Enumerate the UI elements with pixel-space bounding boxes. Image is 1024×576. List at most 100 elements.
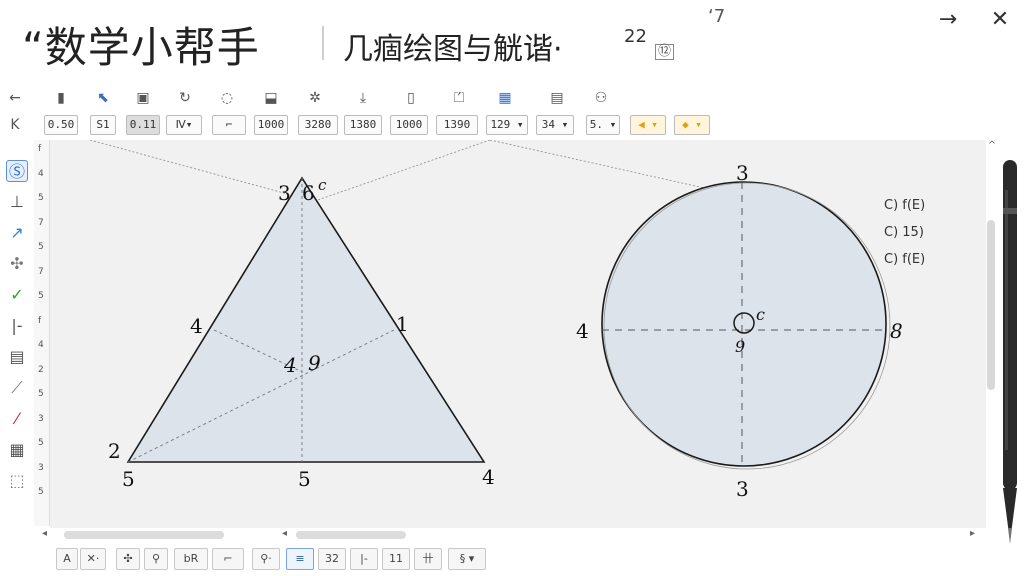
tool-palette: Ⓢ ⊥ ↗ ✣ ✓ |- ▤ ⟋ ⁄ ▦ ⬚ [2, 160, 32, 510]
ruler-tick-label: 5 [38, 242, 44, 252]
ruler-tick-label: 7 [38, 217, 44, 228]
region-tool[interactable]: ⬚ [6, 470, 28, 492]
grid-tool[interactable]: ▦ [6, 439, 28, 461]
cursor-icon[interactable]: K [6, 116, 24, 134]
vertical-ruler: f 4 5 7 5 7 5 f 4 2 5 3 5 3 5 [34, 140, 50, 526]
segment-tool[interactable]: |- [6, 315, 28, 337]
back-icon[interactable]: ← [6, 89, 24, 107]
circle-select-icon[interactable]: ◌ [218, 89, 236, 107]
opacity-field[interactable]: 0.11 [126, 115, 160, 135]
close-button[interactable]: ✕ [986, 6, 1014, 34]
forward-button[interactable]: → [934, 6, 962, 34]
next-arrow-button[interactable]: ◆ ▾ [674, 115, 710, 135]
triangle-vertex-label: 6 [302, 181, 315, 205]
main-toolbar: ← ▮ ⬉ ▣ ↻ ◌ ⬓ ✲ ⤓ ▯ ⏍ ▦ ▤ ⚇ [0, 86, 1024, 110]
angle-select[interactable]: Ⅳ▾ [166, 115, 202, 135]
label-button[interactable]: bR [174, 548, 208, 570]
title-mark: ‘7 [708, 6, 726, 27]
vertical-scroll-thumb[interactable] [987, 220, 995, 390]
triangle-shape [126, 176, 486, 463]
point-size-select[interactable]: 34 ▾ [536, 115, 574, 135]
snap-button[interactable]: ⌐ [212, 548, 244, 570]
select-icon[interactable]: ⬉ [94, 89, 112, 107]
ruler-tick-label: 4 [38, 340, 44, 350]
app-window: “数学小帮手 几痼绘图与觥谐· 22 ⑫ ‘7 → ✕ ← ▮ ⬉ ▣ ↻ ◌ ⬓ ✲ ⤓ ▯ ⏍… [0, 0, 1024, 576]
file-icon[interactable]: ▯ [402, 89, 420, 107]
triangle-center-label: 4 [283, 353, 297, 377]
size-field[interactable]: 32 [318, 548, 346, 570]
image-icon[interactable]: ▣ [134, 89, 152, 107]
perpendicular-tool[interactable]: ⊥ [6, 191, 28, 213]
depth-field[interactable]: 1390 [436, 115, 478, 135]
snap-button[interactable]: ⌐ [212, 115, 246, 135]
circle-point-label: 3 [736, 161, 749, 185]
color-icon[interactable]: ▦ [496, 89, 514, 107]
ruler-tick-label: f [38, 144, 42, 154]
triangle-center-sup: 9 [308, 351, 321, 375]
prev-arrow-button[interactable]: ◀ ▾ [630, 115, 666, 135]
style-select[interactable]: § ▾ [448, 548, 486, 570]
scroll-left-icon[interactable]: ◂ [42, 528, 47, 539]
circle-center-sub: 9 [735, 337, 745, 356]
font-size-select[interactable]: 129 ▾ [486, 115, 528, 135]
decimals-select[interactable]: 5. ▾ [586, 115, 620, 135]
drawing-canvas[interactable]: 3 6 c 4 1 4 9 2 5 5 4 3 4 8 3 c 9 C) f(E… [50, 140, 986, 528]
title-bar: “数学小帮手 几痼绘图与觥谐· 22 ⑫ ‘7 → ✕ [0, 0, 1024, 84]
ruler-tick-label: f [38, 315, 42, 326]
ruler-tick-label: 5 [38, 291, 44, 301]
point-tool[interactable]: ✣ [6, 253, 28, 275]
filter-icon[interactable]: ⏍ [450, 89, 468, 107]
horizontal-scrollbar[interactable]: ◂ ◂ ▸ [34, 528, 986, 542]
y-field[interactable]: 1000 [390, 115, 428, 135]
ruler-tick-label: 3 [38, 413, 44, 424]
height-field[interactable]: 3280 [298, 115, 338, 135]
ruler-tick-label: 7 [38, 266, 44, 277]
indent-button[interactable]: |- [350, 548, 378, 570]
ruler-tick-label: 3 [38, 462, 44, 473]
ruler-tick-label: 5 [38, 487, 44, 497]
bottom-toolbar: A ✕· ✣ ⚲ bR ⌐ ⚲· ≡ 32 |- 11 卄 § ▾ [56, 548, 486, 572]
line-tool[interactable]: ⟋ [6, 377, 28, 399]
style-field[interactable]: S1 [90, 115, 116, 135]
arrow-tool[interactable]: ↗ [6, 222, 28, 244]
document-title: 几痼绘图与觥谐· [343, 32, 563, 67]
grid-button[interactable]: 卄 [414, 548, 442, 570]
line-width-field[interactable]: 0.50 [44, 115, 78, 135]
delete-button[interactable]: ✕· [80, 548, 106, 570]
scroll-right-icon[interactable]: ▸ [970, 528, 975, 539]
pen-tool[interactable]: ⁄ [6, 408, 28, 430]
check-tool[interactable]: ✓ [6, 284, 28, 306]
scroll-mid-icon[interactable]: ◂ [282, 528, 287, 539]
ruler-tick-label: 5 [38, 438, 44, 448]
gear-icon[interactable]: ✲ [306, 89, 324, 107]
legend-item: C) 15) [884, 225, 924, 240]
x-field[interactable]: 1380 [344, 115, 382, 135]
triangle-side-label: 4 [190, 314, 203, 338]
list-button[interactable]: ≡ [286, 548, 314, 570]
triangle-vertex-label: 5 [122, 467, 135, 491]
zoom-button[interactable]: ⚲ [144, 548, 168, 570]
link-icon[interactable]: ⚇ [592, 89, 610, 107]
number-button[interactable]: 11 [382, 548, 410, 570]
table-tool[interactable]: ▤ [6, 346, 28, 368]
triangle-side-label: 1 [396, 312, 409, 336]
ruler-tick-label: 5 [38, 389, 44, 399]
horizontal-scroll-thumb[interactable] [64, 531, 224, 539]
app-title: “数学小帮手 [22, 23, 260, 72]
export-icon[interactable]: ⤓ [354, 89, 372, 107]
text-button[interactable]: A [56, 548, 78, 570]
width-field[interactable]: 1000 [254, 115, 288, 135]
print-icon[interactable]: ▤ [548, 89, 566, 107]
move-button[interactable]: ✣ [116, 548, 140, 570]
rotate-icon[interactable]: ↻ [176, 89, 194, 107]
move-icon[interactable]: ⬓ [262, 89, 280, 107]
triangle-vertex-label: 3 [278, 181, 291, 205]
page-icon[interactable]: ▮ [52, 89, 70, 107]
select-tool[interactable]: Ⓢ [6, 160, 28, 182]
search-button[interactable]: ⚲· [252, 548, 280, 570]
legend-item: C) f(E) [884, 198, 926, 213]
ruler-tick-label: 2 [38, 364, 44, 375]
legend-item: C) f(E) [884, 252, 926, 267]
horizontal-scroll-thumb[interactable] [296, 531, 406, 539]
triangle-vertex-label: 2 [108, 439, 121, 463]
